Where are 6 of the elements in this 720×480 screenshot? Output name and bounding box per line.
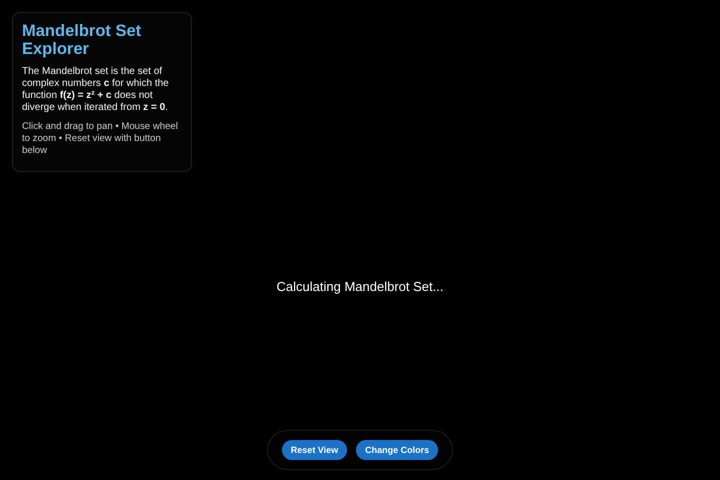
loading-text: Calculating Mandelbrot Set... (276, 278, 444, 294)
description-text: The Mandelbrot set is the set of complex numbers c for which the function f(z) = z² + c does not diverge when iterated from z = 0. (22, 66, 170, 114)
reset-view-button[interactable]: Reset View (282, 440, 348, 460)
panel-title: Mandelbrot Set Explorer (22, 22, 142, 58)
change-colors-button[interactable]: Change Colors (356, 440, 438, 460)
hint-text: Click and drag to pan • Mouse wheel to zoom • Reset view with button below (22, 121, 179, 157)
